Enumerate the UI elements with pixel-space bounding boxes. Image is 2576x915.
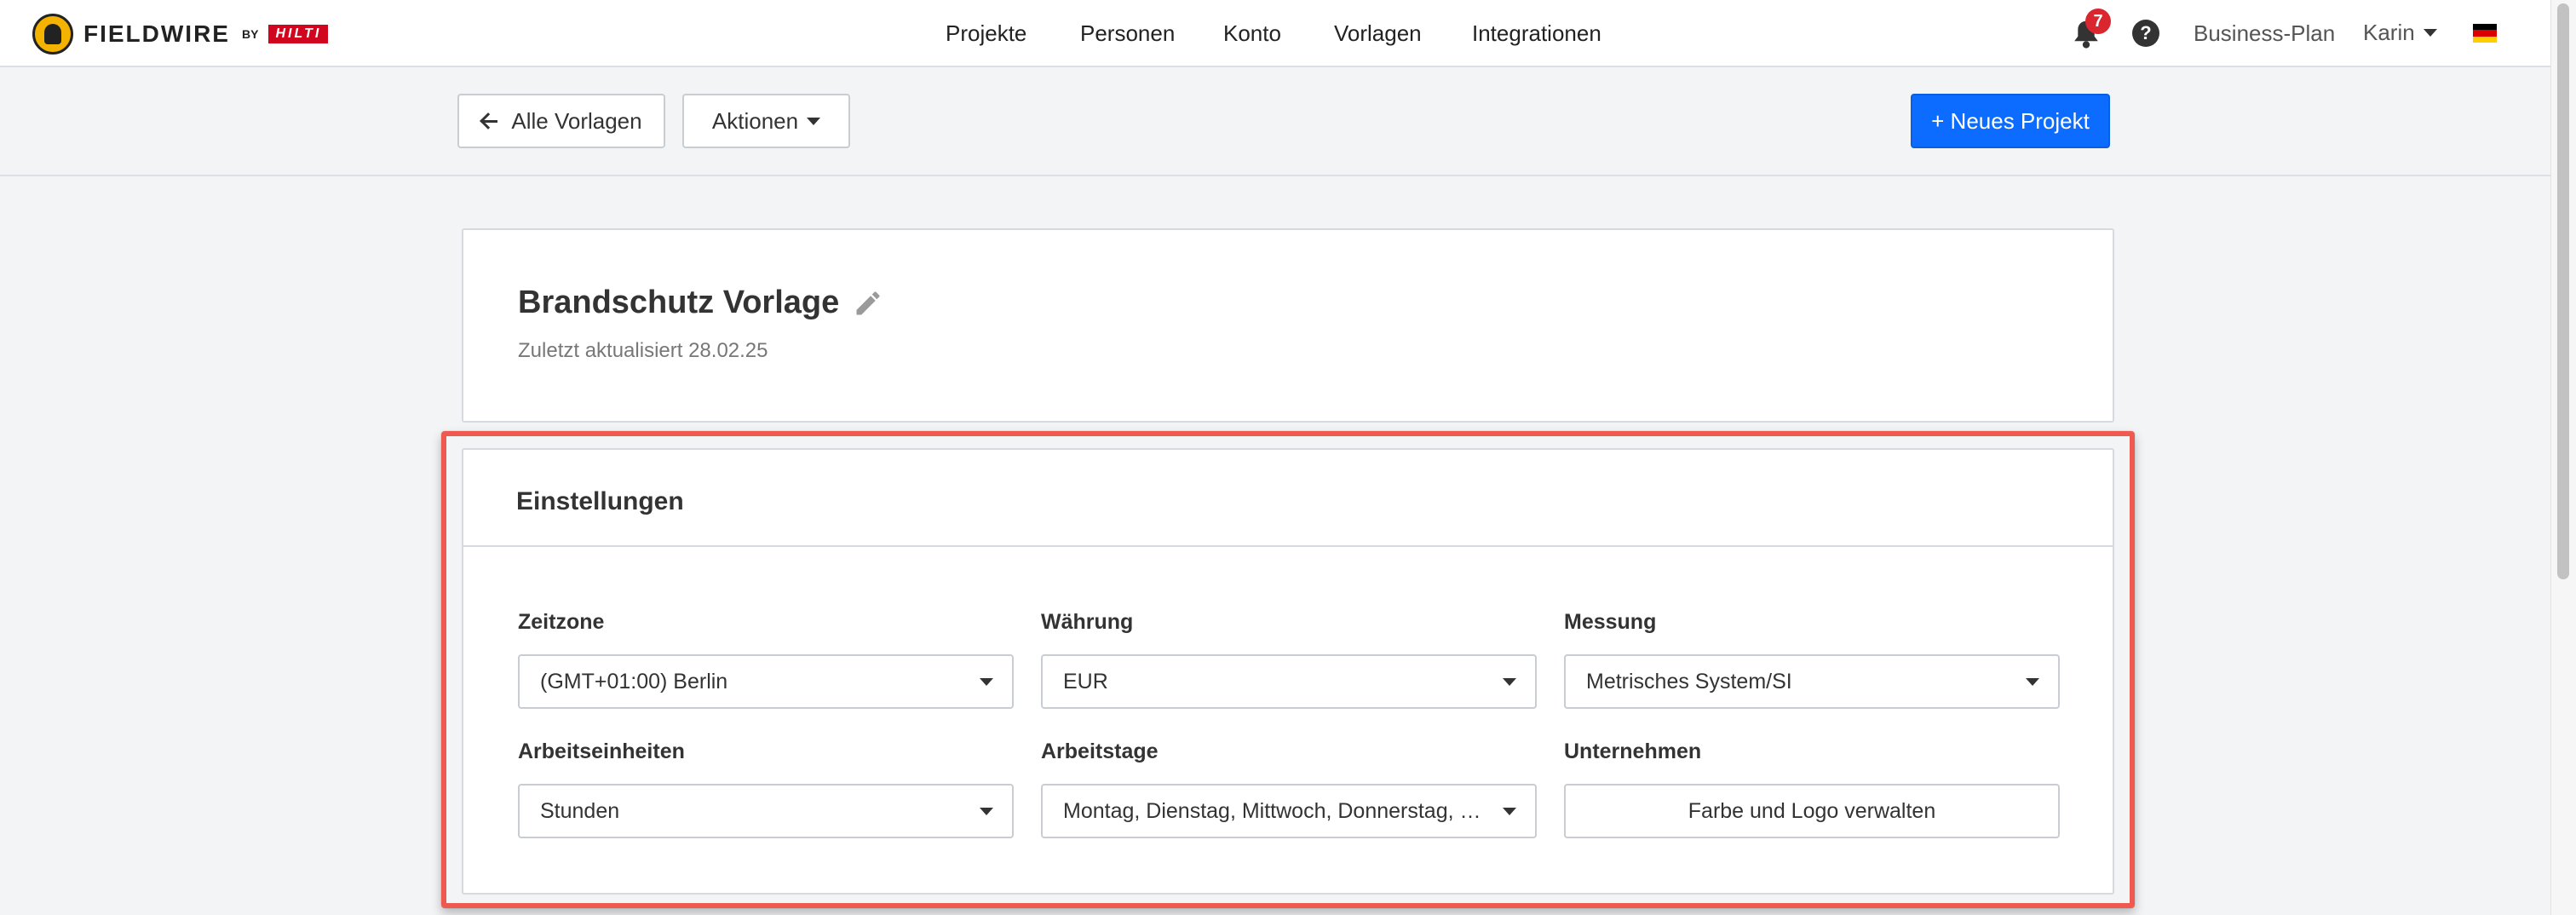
- page-scrollbar-thumb[interactable]: [2557, 3, 2569, 579]
- top-navigation-bar: FIELDWIRE BY HILTI Projekte Personen Kon…: [0, 0, 2550, 67]
- actions-button-label: Aktionen: [711, 107, 799, 134]
- brand-name: FIELDWIRE: [83, 20, 230, 47]
- help-icon[interactable]: ?: [2132, 20, 2159, 47]
- chevron-down-icon: [2423, 29, 2437, 37]
- back-button-label: Alle Vorlagen: [511, 107, 642, 134]
- nav-item-vorlagen[interactable]: Vorlagen: [1334, 20, 1422, 47]
- back-to-templates-button[interactable]: Alle Vorlagen: [457, 94, 665, 148]
- fieldwire-helmet-icon: [32, 14, 73, 55]
- new-project-button[interactable]: + Neues Projekt: [1911, 94, 2110, 148]
- nav-item-konto[interactable]: Konto: [1223, 20, 1281, 47]
- notification-count-badge[interactable]: 7: [2085, 9, 2111, 34]
- last-updated-text: Zuletzt aktualisiert 28.02.25: [518, 339, 768, 362]
- fieldwire-logo[interactable]: FIELDWIRE BY HILTI: [32, 14, 329, 55]
- template-title: Brandschutz Vorlage: [518, 285, 883, 321]
- settings-highlight-frame: [441, 431, 2135, 908]
- arrow-left-icon: [480, 112, 499, 130]
- template-header-card: Brandschutz Vorlage Zuletzt aktualisiert…: [462, 228, 2114, 423]
- pencil-icon[interactable]: [853, 288, 883, 319]
- german-flag-icon[interactable]: [2473, 24, 2497, 43]
- page-toolbar: Alle Vorlagen Aktionen + Neues Projekt: [0, 69, 2550, 176]
- actions-dropdown-button[interactable]: Aktionen: [682, 94, 850, 148]
- template-title-text: Brandschutz Vorlage: [518, 285, 840, 320]
- hilti-logo: HILTI: [268, 25, 329, 43]
- user-menu[interactable]: Karin: [2363, 20, 2437, 46]
- nav-item-personen[interactable]: Personen: [1080, 20, 1175, 47]
- user-name: Karin: [2363, 20, 2415, 45]
- plan-link[interactable]: Business-Plan: [2194, 20, 2335, 47]
- nav-item-projekte[interactable]: Projekte: [946, 20, 1026, 47]
- nav-item-integrationen[interactable]: Integrationen: [1472, 20, 1601, 47]
- brand-by: BY: [242, 27, 259, 41]
- chevron-down-icon: [807, 117, 821, 125]
